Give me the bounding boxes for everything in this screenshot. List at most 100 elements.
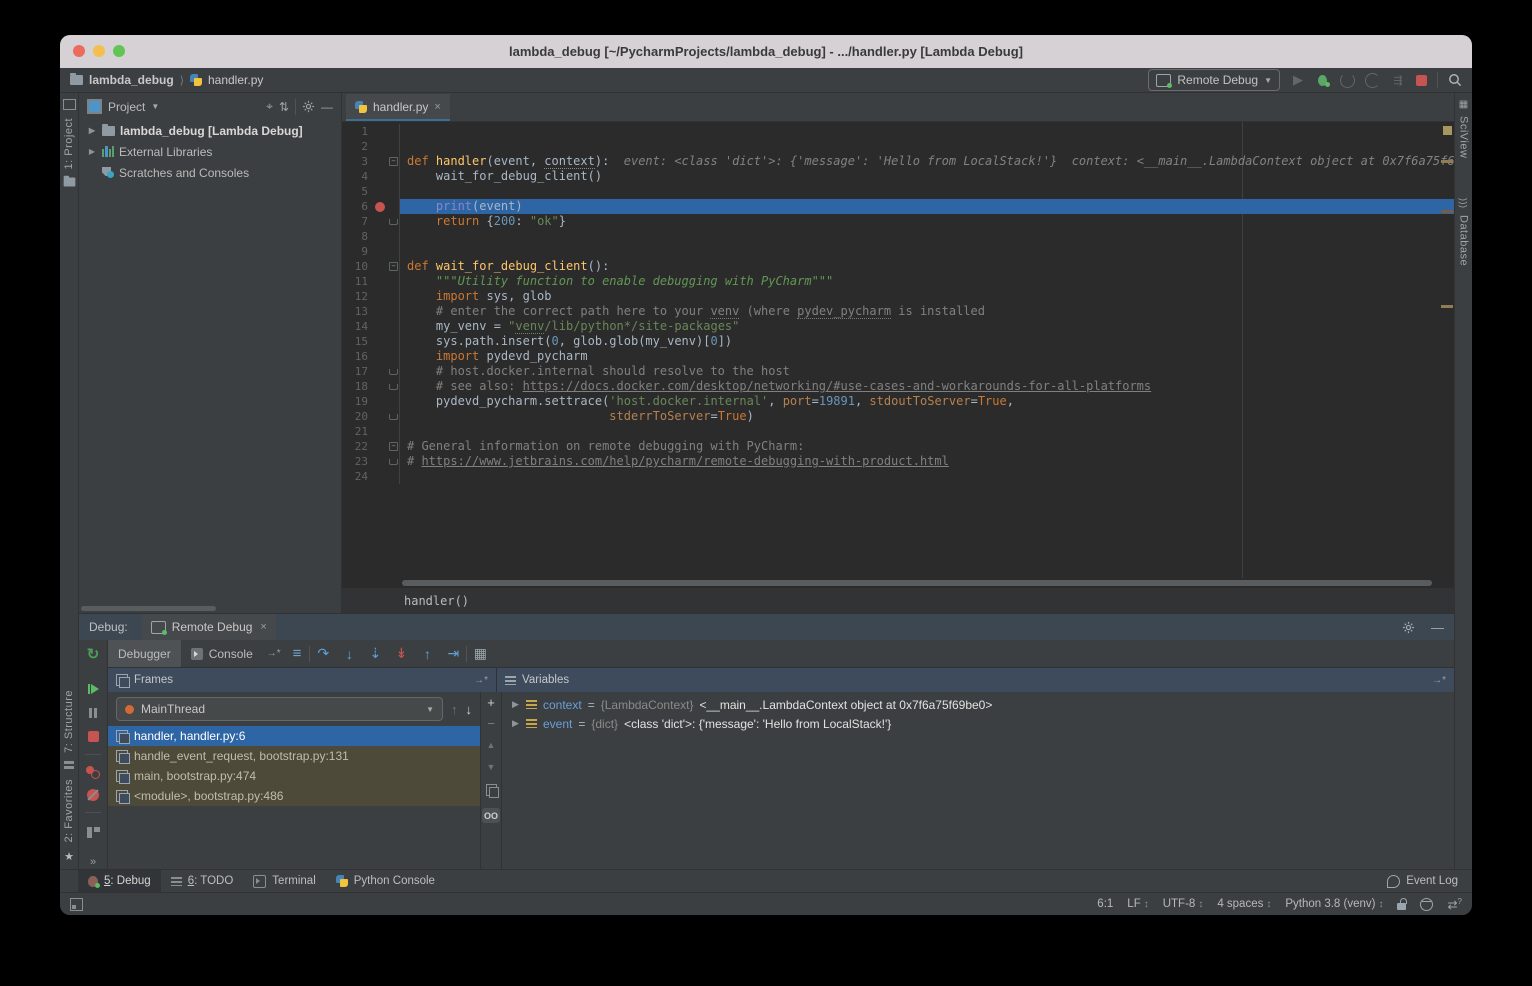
fold-end-icon[interactable] [389, 219, 398, 225]
duplicate-watch-icon[interactable] [486, 784, 497, 796]
inspection-status-square[interactable] [1443, 126, 1452, 135]
show-watches-icon[interactable]: OO [482, 808, 500, 823]
locate-icon[interactable]: ⌖ [266, 99, 273, 114]
collapse-all-icon[interactable]: ⇅ [279, 100, 289, 114]
code-line[interactable]: 7 return {200: "ok"} [342, 214, 1454, 229]
step-out-icon[interactable]: ↑ [414, 646, 440, 662]
scroll-stripe-mark[interactable] [1441, 210, 1453, 213]
profiler-button[interactable] [1340, 73, 1355, 88]
tool-window-button-pythonconsole[interactable]: Python Console [326, 870, 445, 892]
step-into-icon[interactable]: ↓ [336, 646, 362, 662]
inspections-hector-icon[interactable] [1420, 898, 1433, 911]
run-configuration-select[interactable]: Remote Debug ▼ [1148, 69, 1280, 91]
pause-icon[interactable] [89, 701, 97, 725]
code-line[interactable]: 21 [342, 424, 1454, 439]
tool-window-button-debug[interactable]: 5: Debug [78, 870, 161, 892]
scroll-stripe-mark[interactable] [1441, 160, 1453, 163]
frame-row[interactable]: main, bootstrap.py:474 [108, 766, 480, 786]
tool-window-button-terminal[interactable]: Terminal [243, 870, 325, 892]
line-separator-widget[interactable]: LF↕ [1127, 898, 1148, 910]
breadcrumb-file[interactable]: handler.py [208, 73, 263, 87]
thread-select[interactable]: MainThread ▼ [116, 697, 443, 721]
mute-breakpoints-icon[interactable] [87, 789, 99, 801]
debug-session-tab[interactable]: Remote Debug × [142, 614, 276, 640]
search-icon[interactable] [1448, 73, 1462, 87]
more-icon[interactable]: » [90, 856, 96, 868]
zoom-window-button[interactable] [113, 45, 125, 57]
fold-open-icon[interactable]: − [389, 442, 398, 451]
fold-end-icon[interactable] [389, 369, 398, 375]
fold-end-icon[interactable] [389, 414, 398, 420]
remove-watch-icon[interactable]: − [487, 720, 495, 728]
minimize-window-button[interactable] [93, 45, 105, 57]
interpreter-widget[interactable]: Python 3.8 (venv)↕ [1285, 898, 1383, 910]
code-line[interactable]: 2 [342, 139, 1454, 154]
editor-tab-handler[interactable]: handler.py × [346, 94, 450, 121]
evaluate-expression-icon[interactable]: ▦ [467, 645, 493, 662]
tree-arrow-icon[interactable]: ▶ [87, 126, 97, 135]
frame-row[interactable]: handler, handler.py:6 [108, 726, 480, 746]
code-line[interactable]: 17 # host.docker.internal should resolve… [342, 364, 1454, 379]
code-line[interactable]: 4 wait_for_debug_client() [342, 169, 1454, 184]
code-line[interactable]: 3−def handler(event, context): event: <c… [342, 154, 1454, 169]
close-icon[interactable]: × [260, 621, 266, 633]
context-function[interactable]: handler() [404, 594, 469, 608]
run-with-coverage-button[interactable]: ⇶ [1390, 74, 1406, 87]
code-line[interactable]: 16 import pydevd_pycharm [342, 349, 1454, 364]
pin-icon[interactable]: →* [267, 648, 281, 659]
project-hscrollbar[interactable] [81, 606, 216, 611]
chevron-down-icon[interactable]: ▼ [151, 102, 159, 111]
code-line[interactable]: 12 import sys, glob [342, 289, 1454, 304]
scroll-stripe-mark[interactable] [1441, 305, 1453, 308]
tool-window-button-todo[interactable]: 6: TODO [161, 870, 244, 892]
force-step-into-icon[interactable]: ↡ [388, 645, 414, 662]
frame-row[interactable]: handle_event_request, bootstrap.py:131 [108, 746, 480, 766]
code-area[interactable]: 123−def handler(event, context): event: … [342, 122, 1454, 578]
toggle-tool-buttons-icon[interactable] [70, 898, 83, 911]
project-panel-title[interactable]: Project [108, 100, 145, 114]
code-line[interactable]: 23# https://www.jetbrains.com/help/pycha… [342, 454, 1454, 469]
code-line[interactable]: 11 """Utility function to enable debuggi… [342, 274, 1454, 289]
code-line[interactable]: 13 # enter the correct path here to your… [342, 304, 1454, 319]
breakpoint-icon[interactable] [375, 202, 385, 212]
expand-arrow-icon[interactable]: ▶ [512, 718, 520, 729]
stop-button[interactable] [1416, 75, 1427, 86]
project-tree-item[interactable]: ▶lambda_debug [Lambda Debug] [79, 120, 341, 141]
fold-end-icon[interactable] [389, 459, 398, 465]
code-line[interactable]: 19 pydevd_pycharm.settrace('host.docker.… [342, 394, 1454, 409]
run-button[interactable]: ▶ [1290, 72, 1306, 88]
breadcrumb-project[interactable]: lambda_debug [89, 73, 174, 87]
fold-open-icon[interactable]: − [389, 262, 398, 271]
code-line[interactable]: 24 [342, 469, 1454, 484]
code-line[interactable]: 6 print(event) [342, 199, 1454, 214]
tool-button-project[interactable]: 1: Project [63, 118, 75, 169]
editor-hscrollbar[interactable] [342, 578, 1454, 588]
frame-row[interactable]: <module>, bootstrap.py:486 [108, 786, 480, 806]
debugger-tab-debugger[interactable]: Debugger [108, 640, 181, 667]
variable-row[interactable]: ▶event = {dict} <class 'dict'>: {'messag… [502, 714, 1454, 733]
fold-open-icon[interactable]: − [389, 157, 398, 166]
hide-panel-icon[interactable]: — [321, 100, 333, 114]
code-line[interactable]: 22−# General information on remote debug… [342, 439, 1454, 454]
hide-panel-icon[interactable]: — [1431, 620, 1444, 635]
next-frame-icon[interactable]: ↓ [466, 702, 473, 717]
rerun-icon[interactable]: ↻ [87, 645, 100, 667]
code-line[interactable]: 18 # see also: https://docs.docker.com/d… [342, 379, 1454, 394]
close-icon[interactable]: × [434, 101, 440, 113]
fold-end-icon[interactable] [389, 384, 398, 390]
view-breakpoints-icon[interactable] [86, 766, 100, 779]
code-line[interactable]: 15 sys.path.insert(0, glob.glob(my_venv)… [342, 334, 1454, 349]
add-watch-icon[interactable]: + [487, 698, 495, 708]
gear-icon[interactable] [302, 100, 315, 113]
tool-button-structure[interactable]: 7: Structure [63, 690, 75, 753]
run-to-cursor-icon[interactable]: ⇥ [440, 645, 466, 662]
code-line[interactable]: 10−def wait_for_debug_client(): [342, 259, 1454, 274]
debug-button[interactable] [1316, 74, 1330, 87]
code-line[interactable]: 9 [342, 244, 1454, 259]
variable-row[interactable]: ▶context = {LambdaContext} <__main__.Lam… [502, 695, 1454, 714]
tool-button-sciview[interactable]: SciView [1458, 116, 1470, 158]
project-tree-item[interactable]: ▶External Libraries [79, 141, 341, 162]
project-tree-item[interactable]: Scratches and Consoles [79, 162, 341, 183]
indent-widget[interactable]: 4 spaces↕ [1217, 898, 1271, 910]
encoding-widget[interactable]: UTF-8↕ [1163, 898, 1204, 910]
